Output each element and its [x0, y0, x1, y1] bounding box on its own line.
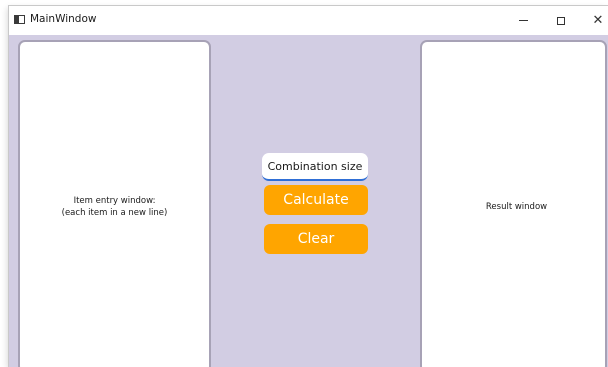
clear-label: Clear — [297, 231, 335, 247]
result-label: Result window — [485, 201, 548, 212]
item-entry-textbox[interactable]: Item entry window: (each item in a new l… — [18, 40, 211, 367]
clear-button[interactable]: Clear — [264, 224, 368, 254]
item-entry-label: Item entry window: (each item in a new l… — [61, 195, 168, 218]
app-window-icon — [14, 15, 25, 24]
maximize-icon — [557, 16, 565, 25]
title-bar[interactable]: MainWindow ✕ — [9, 6, 608, 35]
result-textbox[interactable]: Result window — [420, 40, 607, 367]
minimize-button[interactable] — [504, 6, 542, 35]
close-button[interactable]: ✕ — [579, 6, 608, 35]
client-area: Item entry window: (each item in a new l… — [9, 35, 608, 367]
minimize-icon — [518, 20, 528, 21]
main-window: MainWindow ✕ Item entry window: (each it… — [9, 6, 608, 367]
window-title: MainWindow — [30, 13, 97, 25]
calculate-label: Calculate — [283, 192, 349, 208]
combination-size-placeholder: Combination size — [267, 159, 363, 173]
maximize-button[interactable] — [542, 6, 580, 35]
close-icon: ✕ — [592, 13, 604, 28]
calculate-button[interactable]: Calculate — [264, 185, 368, 215]
combination-size-input[interactable]: Combination size — [262, 153, 368, 181]
